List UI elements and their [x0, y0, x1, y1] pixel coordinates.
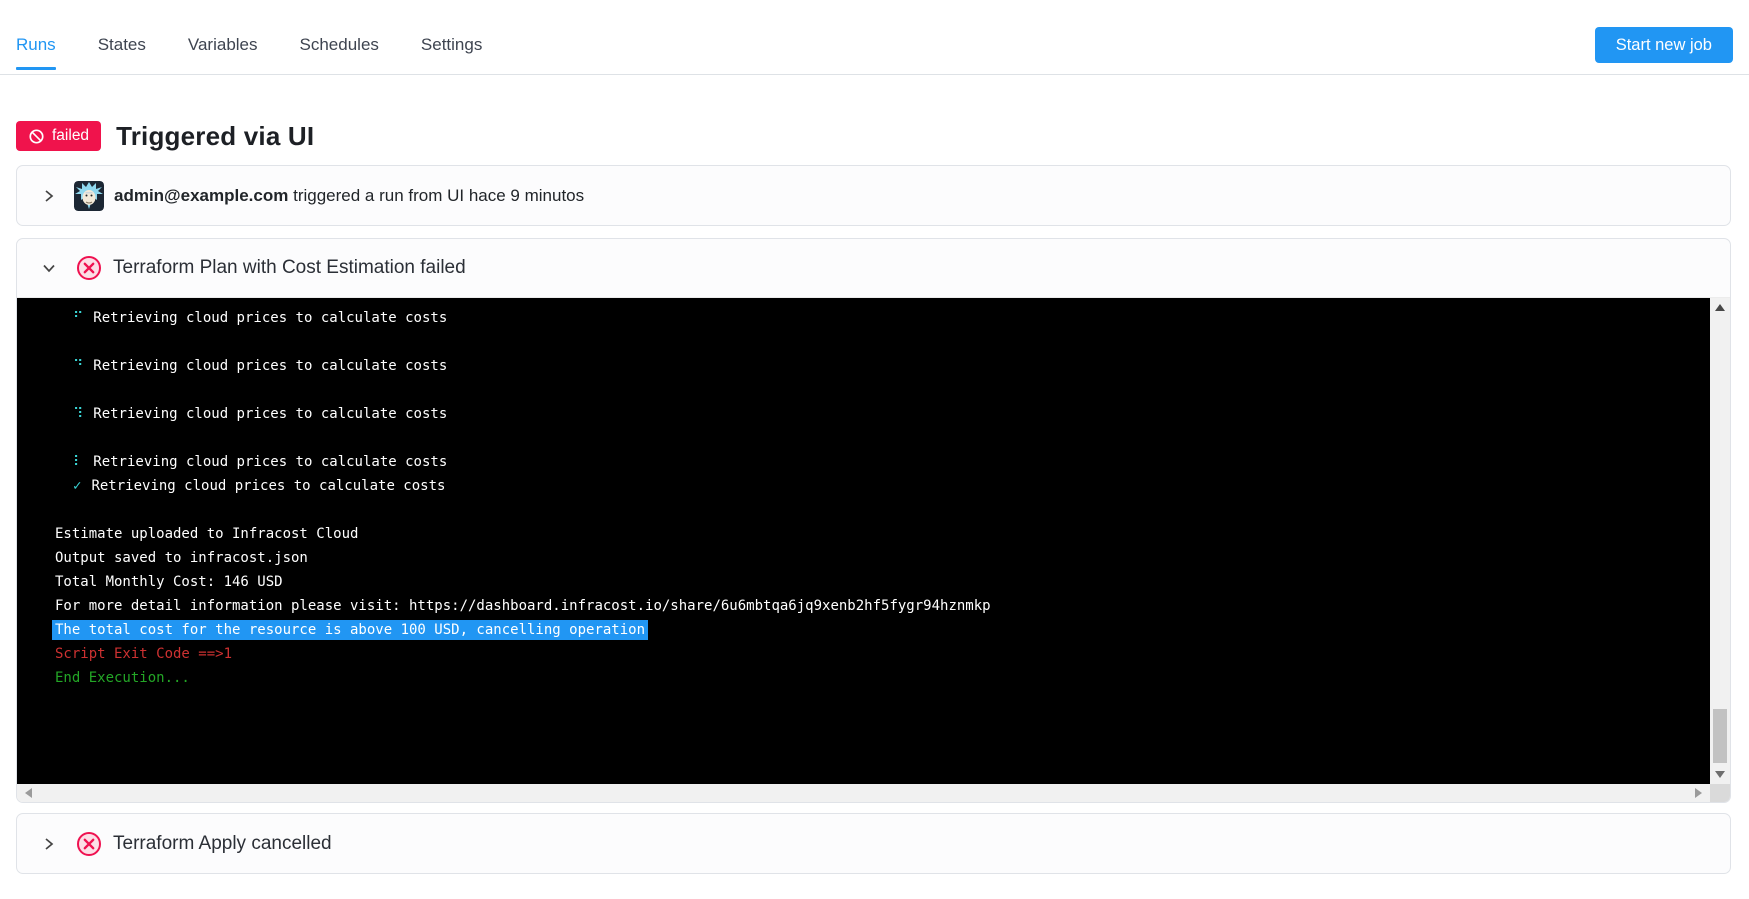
tab-schedules[interactable]: Schedules [300, 16, 379, 74]
status-badge: failed [16, 121, 101, 151]
spinner-icon: ⠋ [73, 310, 83, 326]
console-line: End Execution... [55, 666, 1710, 690]
console-line-text [55, 502, 63, 518]
console-line: ⠇ Retrieving cloud prices to calculate co… [55, 450, 1710, 474]
vertical-scrollbar[interactable] [1710, 298, 1730, 784]
error-circle-icon [76, 831, 102, 857]
console-line: For more detail information please visit… [55, 594, 1710, 618]
scroll-left-arrow-icon[interactable] [25, 788, 32, 798]
console-line: Script Exit Code ==>1 [55, 642, 1710, 666]
top-nav: Runs States Variables Schedules Settings… [0, 0, 1749, 75]
console-line: ✓ Retrieving cloud prices to calculate co… [55, 474, 1710, 498]
console-line-text: Retrieving cloud prices to calculate cos… [91, 478, 445, 494]
spinner-icon: ⠇ [73, 454, 83, 470]
apply-panel: Terraform Apply cancelled [16, 813, 1731, 874]
apply-panel-header[interactable]: Terraform Apply cancelled [17, 814, 1730, 873]
console-line: Output saved to infracost.json [55, 546, 1710, 570]
console-line: ⠹ Retrieving cloud prices to calculate co… [55, 402, 1710, 426]
chevron-right-icon[interactable] [41, 836, 57, 852]
console-line-text: Retrieving cloud prices to calculate cos… [93, 310, 447, 326]
console-line-text: The total cost for the resource is above… [52, 620, 648, 640]
console-line-text: Output saved to infracost.json [55, 550, 308, 566]
console-line-text: Script Exit Code ==>1 [55, 646, 232, 662]
run-status-row: failed Triggered via UI [16, 117, 314, 155]
trigger-text-rest: triggered a run from UI hace 9 minutos [293, 186, 584, 205]
console-line: The total cost for the resource is above… [55, 618, 1710, 642]
console-line-text: Total Monthly Cost: 146 USD [55, 574, 283, 590]
console-line [55, 426, 1710, 450]
console-line: ⠋ Retrieving cloud prices to calculate co… [55, 306, 1710, 330]
tab-variables[interactable]: Variables [188, 16, 258, 74]
console-line: Total Monthly Cost: 146 USD [55, 570, 1710, 594]
console-line: ⠙ Retrieving cloud prices to calculate co… [55, 354, 1710, 378]
tab-label: Settings [421, 35, 482, 55]
console-line-text: Retrieving cloud prices to calculate cos… [93, 454, 447, 470]
error-circle-icon [76, 255, 102, 281]
prohibited-icon [28, 128, 45, 145]
trigger-panel: admin@example.com triggered a run from U… [16, 165, 1731, 226]
avatar [74, 181, 104, 211]
nav-tabs: Runs States Variables Schedules Settings [0, 0, 1749, 74]
console-line [55, 498, 1710, 522]
console-line-text: End Execution... [55, 670, 190, 686]
status-badge-label: failed [52, 127, 89, 145]
scroll-up-arrow-icon[interactable] [1715, 304, 1725, 311]
tab-label: Runs [16, 35, 56, 55]
scroll-down-arrow-icon[interactable] [1715, 771, 1725, 778]
horizontal-scrollbar[interactable] [17, 784, 1710, 802]
plan-panel-header[interactable]: Terraform Plan with Cost Estimation fail… [17, 239, 1730, 297]
chevron-down-icon[interactable] [41, 260, 57, 276]
console-line-text: For more detail information please visit… [55, 598, 991, 614]
trigger-panel-header[interactable]: admin@example.com triggered a run from U… [17, 166, 1730, 225]
vertical-scrollbar-thumb[interactable] [1713, 709, 1727, 763]
tab-label: Schedules [300, 35, 379, 55]
console-line-text: Retrieving cloud prices to calculate cos… [93, 358, 447, 374]
apply-panel-title: Terraform Apply cancelled [113, 833, 332, 855]
runs-page: Runs States Variables Schedules Settings… [0, 0, 1749, 899]
console-line-text: Retrieving cloud prices to calculate cos… [93, 406, 447, 422]
spinner-icon: ⠙ [73, 358, 83, 374]
console-line [55, 330, 1710, 354]
trigger-user-email: admin@example.com [114, 186, 288, 205]
check-icon: ✓ [73, 478, 81, 494]
tab-runs[interactable]: Runs [16, 16, 56, 74]
console-line-text [55, 334, 63, 350]
start-new-job-button[interactable]: Start new job [1595, 27, 1733, 63]
scrollbar-corner [1710, 784, 1730, 802]
scroll-right-arrow-icon[interactable] [1695, 788, 1702, 798]
console-line-text [55, 430, 63, 446]
console-line-text: Estimate uploaded to Infracost Cloud [55, 526, 358, 542]
chevron-right-icon[interactable] [41, 188, 57, 204]
plan-panel-title: Terraform Plan with Cost Estimation fail… [113, 257, 466, 279]
console-line-text [55, 382, 63, 398]
tab-label: States [98, 35, 146, 55]
console-line: Estimate uploaded to Infracost Cloud [55, 522, 1710, 546]
console-output: ⠋ Retrieving cloud prices to calculate co… [17, 298, 1710, 784]
trigger-description: admin@example.com triggered a run from U… [114, 186, 584, 206]
tab-states[interactable]: States [98, 16, 146, 74]
page-title: Triggered via UI [116, 121, 314, 152]
plan-panel: Terraform Plan with Cost Estimation fail… [16, 238, 1731, 803]
tab-settings[interactable]: Settings [421, 16, 482, 74]
spinner-icon: ⠹ [73, 406, 83, 422]
console-wrap: ⠋ Retrieving cloud prices to calculate co… [17, 297, 1730, 802]
console-line [55, 378, 1710, 402]
tab-label: Variables [188, 35, 258, 55]
